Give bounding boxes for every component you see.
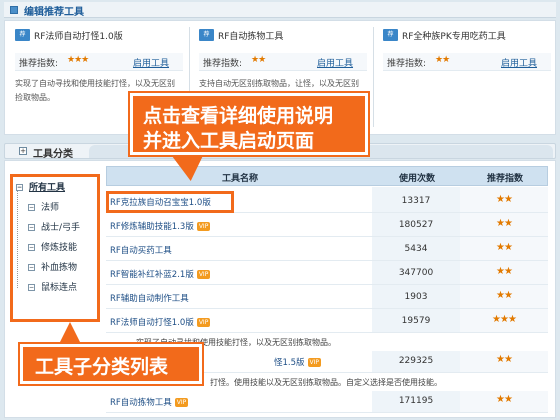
callout-line: 点击查看详细使用说明 [143,105,334,127]
tool-page: 编辑推荐工具 荐 RF法师自动打怪1.0版 推荐指数: ★★★ 启用工具 实现了… [0,0,560,420]
tool-name-text: 怪1.5版 [274,358,305,368]
header-tool-name: 工具名称 [221,174,258,184]
callout-arrow-icon [58,322,82,346]
recommended-card: 荐 RF全种族PK专用吃药工具 推荐指数: ★★ 启用工具 [377,25,555,131]
recommend-badge-icon: 荐 [199,29,214,41]
rating-stars: ★★★ [492,314,517,325]
vip-badge: VIP [196,270,211,279]
card-title[interactable]: RF全种族PK专用吃药工具 [402,29,506,42]
rating-stars: ★★ [496,194,513,205]
bullet-icon [10,6,18,14]
tool-name-link[interactable]: 怪1.5版 VIP [274,356,322,368]
card-rating-row: 推荐指数: ★★ 启用工具 [383,53,551,71]
rating-stars: ★★ [496,266,513,277]
tool-name-link[interactable]: RF修炼辅助技能1.3版 VIP [110,220,211,232]
vip-badge: VIP [196,318,211,327]
table-row[interactable]: RF自动买药工具 5434 ★★ [106,239,548,261]
vip-badge: VIP [307,358,322,367]
usage-count: 229325 [398,356,434,366]
usage-count: 19579 [401,316,431,326]
card-title[interactable]: RF自动拣物工具 [218,29,283,42]
highlight-box [10,174,100,322]
tool-name-text: RF智能补红补蓝2.1版 [110,270,194,280]
card-rating-row: 推荐指数: ★★ 启用工具 [199,53,367,71]
enable-tool-link[interactable]: 启用工具 [133,56,169,69]
tool-name-link[interactable]: RF智能补红补蓝2.1版 VIP [110,268,211,280]
vip-badge: VIP [174,398,189,407]
rating-stars: ★★★ [67,55,89,65]
header-usage-count: 使用次数 [398,174,435,184]
rating-stars: ★★ [496,354,513,365]
tool-name-link[interactable]: RF辅助自动制作工具 [110,292,189,304]
vip-badge: VIP [196,222,211,231]
rating-stars: ★★ [496,394,513,405]
usage-count: 171195 [398,396,434,406]
rating-label: 推荐指数: [387,59,427,69]
table-header: 工具名称 使用次数 推荐指数 [106,166,548,186]
recommended-header: 编辑推荐工具 [4,2,556,18]
highlight-box [106,191,234,213]
rating-stars: ★★ [435,55,450,65]
rating-stars: ★★ [496,242,513,253]
usage-count: 180527 [398,220,434,230]
recommended-title: 编辑推荐工具 [24,7,84,18]
usage-count: 13317 [401,196,431,206]
enable-tool-link[interactable]: 启用工具 [501,56,537,69]
rating-stars: ★★ [251,55,266,65]
recommend-badge-icon: 荐 [383,29,398,41]
rating-label: 推荐指数: [19,59,59,69]
rating-label: 推荐指数: [203,59,243,69]
divider [373,27,374,127]
tool-name-text: RF自动拣物工具 [110,398,172,408]
enable-tool-link[interactable]: 启用工具 [317,56,353,69]
table-row[interactable]: RF智能补红补蓝2.1版 VIP 347700 ★★ [106,263,548,285]
tool-name-link[interactable]: RF自动买药工具 [110,244,172,256]
rating-stars: ★★ [496,218,513,229]
tool-description: 打怪。使用技能以及无区别拣取物品。自定义选择是否使用技能。 [210,378,442,387]
rating-stars: ★★ [496,290,513,301]
table-row[interactable]: RF自动拣物工具 VIP 171195 ★★ [106,391,548,413]
category-title: 工具分类 [33,149,73,160]
table-row[interactable]: RF法师自动打怪1.0版 VIP 19579 ★★★ [106,311,548,333]
header-rating: 推荐指数 [486,174,523,184]
callout-line: 工具子分类列表 [35,356,169,378]
tool-name-link[interactable]: RF自动拣物工具 VIP [110,396,189,408]
card-title[interactable]: RF法师自动打怪1.0版 [34,29,123,42]
table-row[interactable]: RF修炼辅助技能1.3版 VIP 180527 ★★ [106,215,548,237]
table-row[interactable]: RF辅助自动制作工具 1903 ★★ [106,287,548,309]
card-rating-row: 推荐指数: ★★★ 启用工具 [15,53,183,71]
usage-count: 347700 [398,268,434,278]
expand-icon[interactable]: + [19,147,27,155]
callout-line: 并进入工具启动页面 [143,130,315,152]
tool-name-text: RF修炼辅助技能1.3版 [110,222,194,232]
callout-subcategory: 工具子分类列表 [18,342,204,386]
tool-name-link[interactable]: RF法师自动打怪1.0版 VIP [110,316,211,328]
recommend-badge-icon: 荐 [15,29,30,41]
usage-count: 1903 [404,292,428,302]
callout-usage-info: 点击查看详细使用说明 并进入工具启动页面 [128,91,370,157]
tool-name-text: RF法师自动打怪1.0版 [110,318,194,328]
usage-count: 5434 [404,244,428,254]
